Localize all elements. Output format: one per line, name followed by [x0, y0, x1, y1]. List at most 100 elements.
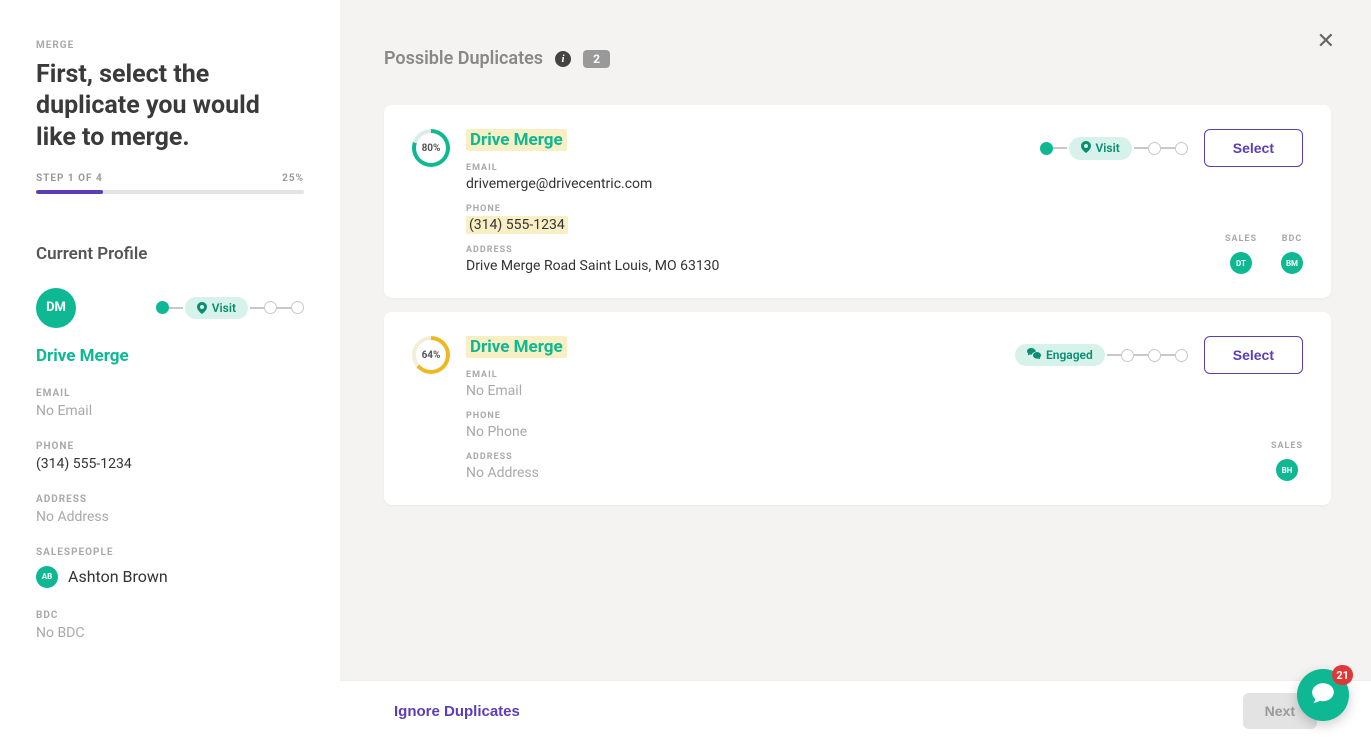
card-right-top: Engaged Select	[1013, 336, 1303, 374]
field-salespeople: SALESPEOPLE AB Ashton Brown	[36, 547, 304, 588]
salesperson-name: Ashton Brown	[68, 567, 168, 586]
main-title: Possible Duplicates	[384, 48, 543, 69]
match-ring: 80%	[412, 129, 450, 167]
field-label: PHONE	[36, 441, 304, 452]
role-label: SALES	[1271, 441, 1303, 451]
match-percent: 80%	[422, 143, 441, 154]
field-label: BDC	[36, 610, 304, 621]
card-right: Engaged Select SALES BH	[1013, 336, 1303, 481]
sidebar: MERGE First, select the duplicate you wo…	[0, 0, 340, 741]
duplicate-card: 64%Drive MergeEMAILNo EmailPHONENo Phone…	[384, 312, 1331, 505]
role-label: BDC	[1282, 234, 1302, 244]
field-label: ADDRESS	[36, 494, 304, 505]
stage-dot	[1148, 349, 1161, 362]
info-icon[interactable]: i	[555, 51, 571, 67]
role-avatar: BM	[1281, 252, 1303, 274]
stage-dot	[1121, 349, 1134, 362]
step-percent: 25%	[282, 173, 304, 184]
stage-badge-visit: Visit	[1069, 137, 1132, 160]
stage-line	[1134, 147, 1148, 149]
role-avatar: BH	[1276, 459, 1298, 481]
stage-dot	[1175, 349, 1188, 362]
step-row: STEP 1 OF 4 25%	[36, 173, 304, 184]
stage-badge-engaged: Engaged	[1015, 344, 1105, 366]
main-header: Possible Duplicates i 2	[384, 48, 1331, 69]
stage-dot	[291, 301, 304, 314]
card-right: Visit Select SALES DT BDC BM	[1023, 129, 1303, 274]
step-text: STEP 1 OF 4	[36, 173, 103, 184]
stage-badge-label: Visit	[1096, 141, 1120, 155]
stage-badge-label: Engaged	[1046, 348, 1093, 362]
close-button[interactable]: ✕	[1317, 28, 1335, 54]
chat-bubbles-icon	[1027, 348, 1041, 362]
match-percent: 64%	[422, 350, 441, 361]
card-address-value: No Address	[466, 465, 997, 481]
field-address: ADDRESS No Address	[36, 494, 304, 525]
stage-line	[250, 307, 264, 309]
card-name[interactable]: Drive Merge	[466, 336, 567, 358]
card-roles: SALES DT BDC BM	[1225, 234, 1303, 274]
field-value: (314) 555-1234	[36, 456, 304, 472]
duplicate-count-badge: 2	[583, 50, 610, 68]
stage-line	[1161, 354, 1175, 356]
profile-row: DM Visit	[36, 288, 304, 328]
stage-badge-label: Visit	[212, 301, 236, 315]
role-col: SALES DT	[1225, 234, 1257, 274]
card-phone-value: No Phone	[466, 424, 997, 440]
close-icon: ✕	[1317, 28, 1335, 53]
card-email-label: EMAIL	[466, 370, 997, 380]
stage-dot	[1040, 142, 1053, 155]
salesperson-avatar: AB	[36, 566, 58, 588]
current-profile-heading: Current Profile	[36, 244, 304, 264]
select-button[interactable]: Select	[1204, 336, 1303, 374]
pin-icon	[197, 302, 207, 314]
card-address-label: ADDRESS	[466, 452, 997, 462]
merge-label: MERGE	[36, 40, 304, 51]
field-email: EMAIL No Email	[36, 388, 304, 419]
chat-badge: 21	[1332, 665, 1353, 685]
card-phone-value: (314) 555-1234	[466, 217, 1007, 233]
profile-name: Drive Merge	[36, 346, 304, 366]
select-button[interactable]: Select	[1204, 129, 1303, 167]
salesperson-row: AB Ashton Brown	[36, 566, 304, 588]
stage-dot	[156, 301, 169, 314]
field-bdc: BDC No BDC	[36, 610, 304, 641]
card-email-value: No Email	[466, 383, 997, 399]
card-address-label: ADDRESS	[466, 245, 1007, 255]
card-name[interactable]: Drive Merge	[466, 129, 567, 151]
role-label: SALES	[1225, 234, 1257, 244]
profile-avatar: DM	[36, 288, 76, 328]
stage-badge-visit: Visit	[185, 297, 248, 319]
card-address-value: Drive Merge Road Saint Louis, MO 63130	[466, 258, 1007, 274]
stage-dot	[1175, 142, 1188, 155]
field-label: SALESPEOPLE	[36, 547, 304, 558]
field-value: No Email	[36, 403, 304, 419]
role-col: SALES BH	[1271, 441, 1303, 481]
card-roles: SALES BH	[1271, 441, 1303, 481]
duplicate-card: 80% Drive Merge EMAIL drivemerge@drivecentr…	[384, 105, 1331, 298]
progress-bar	[36, 190, 304, 194]
card-email-label: EMAIL	[466, 163, 1007, 173]
card-phone-label: PHONE	[466, 204, 1007, 214]
progress-fill	[36, 190, 103, 194]
role-avatar: DT	[1230, 252, 1252, 274]
stage-indicator: Visit	[156, 297, 304, 319]
ignore-duplicates-button[interactable]: Ignore Duplicates	[394, 703, 520, 720]
field-value: No Address	[36, 509, 304, 525]
chat-icon	[1310, 680, 1336, 710]
card-body: Drive MergeEMAILNo EmailPHONENo PhoneADD…	[466, 336, 997, 481]
card-body: Drive Merge EMAIL drivemerge@drivecentric.…	[466, 129, 1007, 274]
card-right-top: Visit Select	[1040, 129, 1303, 167]
stage-dot	[264, 301, 277, 314]
stage-dot	[1148, 142, 1161, 155]
card-stage-indicator: Engaged	[1013, 344, 1188, 366]
sidebar-title: First, select the duplicate you would li…	[36, 59, 304, 153]
pin-icon	[1081, 141, 1091, 156]
card-email-value: drivemerge@drivecentric.com	[466, 176, 1007, 192]
chat-launcher[interactable]: 21	[1297, 669, 1349, 721]
field-label: EMAIL	[36, 388, 304, 399]
stage-line	[169, 307, 183, 309]
footer: Ignore Duplicates Next	[340, 680, 1371, 741]
stage-line	[1107, 354, 1121, 356]
stage-line	[277, 307, 291, 309]
